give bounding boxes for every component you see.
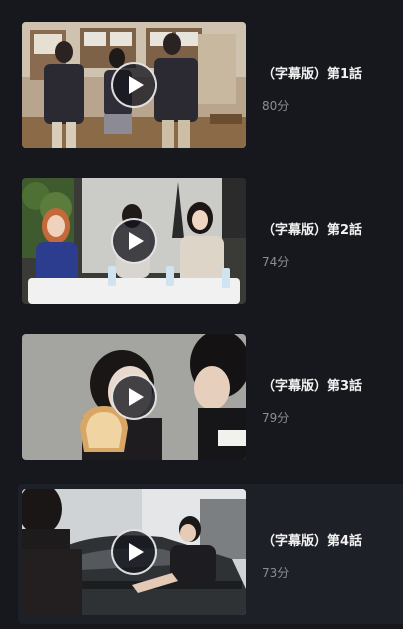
play-button[interactable] xyxy=(111,374,157,420)
episode-title[interactable]: （字幕版）第1話 xyxy=(262,63,362,82)
play-icon xyxy=(129,388,144,406)
episode-thumbnail[interactable] xyxy=(22,489,246,615)
episode-thumbnail[interactable] xyxy=(22,178,246,304)
episode-duration: 79分 xyxy=(262,411,290,425)
play-button[interactable] xyxy=(111,62,157,108)
episode-item-2[interactable]: （字幕版）第2話 74分 xyxy=(0,178,403,326)
episode-list: （字幕版）第1話 80分 （字幕版）第2話 74分 （字幕版）第3話 79分 （… xyxy=(0,0,403,629)
play-icon xyxy=(129,232,144,250)
episode-title[interactable]: （字幕版）第4話 xyxy=(262,530,362,549)
play-icon xyxy=(129,543,144,561)
episode-thumbnail[interactable] xyxy=(22,22,246,148)
play-button[interactable] xyxy=(111,529,157,575)
episode-thumbnail[interactable] xyxy=(22,334,246,460)
play-button[interactable] xyxy=(111,218,157,264)
episode-duration: 80分 xyxy=(262,99,290,113)
episode-duration: 74分 xyxy=(262,255,290,269)
episode-item-4[interactable]: （字幕版）第4話 73分 xyxy=(18,484,403,624)
episode-title[interactable]: （字幕版）第3話 xyxy=(262,375,362,394)
play-icon xyxy=(129,76,144,94)
episode-item-3[interactable]: （字幕版）第3話 79分 xyxy=(0,334,403,482)
episode-duration: 73分 xyxy=(262,566,290,580)
episode-item-1[interactable]: （字幕版）第1話 80分 xyxy=(0,22,403,170)
episode-title[interactable]: （字幕版）第2話 xyxy=(262,219,362,238)
